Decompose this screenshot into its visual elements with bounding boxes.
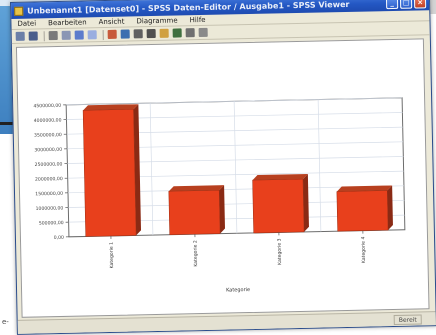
zoom-icon[interactable] <box>120 29 130 39</box>
edit-icon[interactable] <box>185 28 195 38</box>
y-tick-label: 4000000,00 <box>34 117 62 124</box>
x-tick-label: Kategorie 3 <box>277 238 284 265</box>
y-tick-label: 1500000,00 <box>35 191 63 198</box>
menu-hilfe[interactable]: Hilfe <box>190 16 206 24</box>
bar <box>252 178 305 234</box>
y-tick-label: 2500000,00 <box>35 161 63 168</box>
menu-ansicht[interactable]: Ansicht <box>99 18 125 27</box>
insert-icon[interactable] <box>146 28 156 39</box>
y-tick-label: 3000000,00 <box>34 147 62 154</box>
y-tick-label: 500000,00 <box>39 220 64 227</box>
save-icon[interactable] <box>28 31 38 41</box>
maximize-button[interactable]: □ <box>399 0 413 9</box>
bar <box>168 189 221 235</box>
preview-icon[interactable] <box>61 30 71 40</box>
chart-viewer[interactable]: 0,00 500000,00 1000000,00 1500000,00 2000000… <box>15 38 430 318</box>
select-icon[interactable] <box>198 27 208 38</box>
y-tick-label: 2000000,00 <box>35 176 63 183</box>
chart-icon[interactable] <box>107 29 117 39</box>
x-axis-label: Kategorie <box>226 287 250 294</box>
y-tick-label: 0,00 <box>54 235 64 241</box>
status-text: Bereit <box>393 313 422 325</box>
spss-window: Unbenannt1 [Datenset0] - SPSS Daten-Edit… <box>10 0 436 335</box>
toolbar-separator <box>102 29 104 40</box>
y-tick-label: 1000000,00 <box>36 205 64 212</box>
app-icon <box>14 6 24 16</box>
x-tick-label: Kategorie 4 <box>360 237 367 264</box>
toolbar-separator <box>43 30 45 41</box>
y-tick-label: 3500000,00 <box>34 132 62 139</box>
redo-icon[interactable] <box>87 30 97 40</box>
menu-datei[interactable]: Datei <box>17 19 36 27</box>
x-tick-label: Kategorie 1 <box>109 242 116 269</box>
close-button[interactable]: × <box>413 0 427 9</box>
bar-chart: 0,00 500000,00 1000000,00 1500000,00 2000000… <box>33 97 406 294</box>
menu-diagramme[interactable]: Diagramme <box>136 16 177 25</box>
print-icon[interactable] <box>48 31 58 41</box>
menu-bearbeiten[interactable]: Bearbeiten <box>48 18 87 27</box>
undo-icon[interactable] <box>74 30 84 40</box>
minimize-button[interactable]: _ <box>385 0 399 9</box>
bar <box>82 109 137 237</box>
y-tick-label: 4500000,00 <box>33 103 61 110</box>
find-icon[interactable] <box>133 29 143 39</box>
cropped-text-fragment: e- <box>2 318 9 326</box>
hide-icon[interactable] <box>172 28 182 38</box>
x-tick-label: Kategorie 2 <box>193 240 200 267</box>
format-icon[interactable] <box>159 28 169 38</box>
bar <box>336 190 389 232</box>
open-icon[interactable] <box>15 31 25 41</box>
